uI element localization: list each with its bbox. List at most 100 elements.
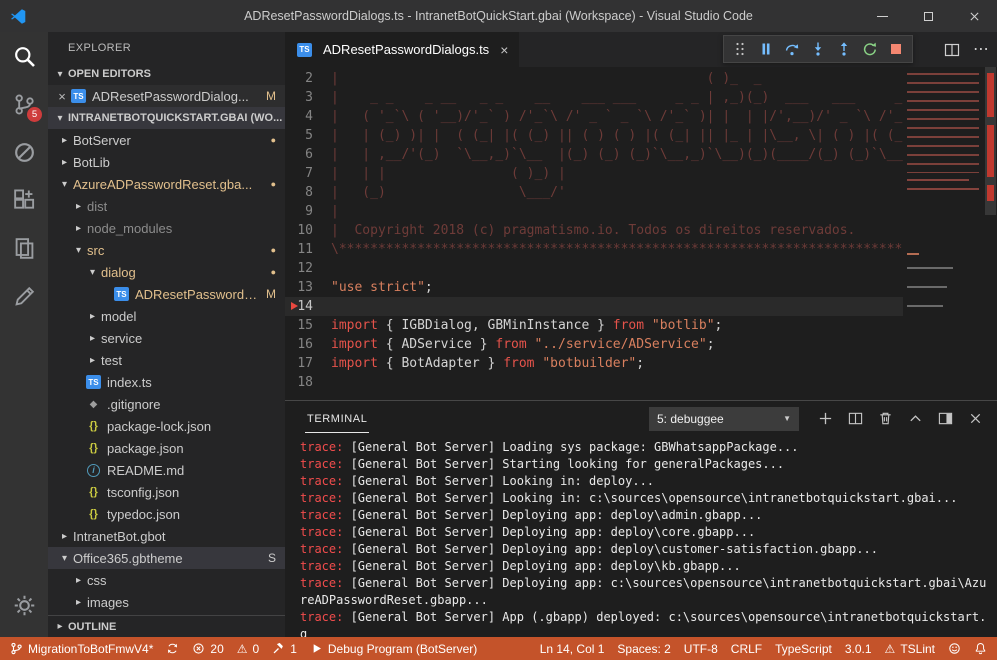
code-line: 9| | [285, 202, 903, 221]
maximize-button[interactable] [905, 0, 951, 32]
tab-adresetpassworddialogs[interactable]: TS ADResetPasswordDialogs.ts × [285, 32, 519, 67]
files-icon [13, 237, 36, 260]
tab-terminal[interactable]: TERMINAL [305, 404, 369, 433]
code-editor[interactable]: 2| ( )_ _ |3| _ _ _ __ _ _ __ ___ ___ _ … [285, 67, 997, 400]
more-actions-button[interactable]: ⋯ [973, 42, 989, 58]
minimize-button[interactable] [859, 0, 905, 32]
status-warnings[interactable]: ⚠0 [237, 642, 259, 656]
tree-item-azureadpasswordreset-gba[interactable]: ▾AzureADPasswordReset.gba...● [48, 173, 285, 195]
restart-button[interactable] [857, 38, 883, 60]
warning-icon: ⚠ [885, 643, 896, 655]
gear-icon [13, 594, 36, 617]
status-encoding[interactable]: UTF-8 [684, 642, 718, 656]
status-feedback[interactable] [948, 642, 961, 655]
terminal-selector[interactable]: 5: debuggee ▼ [649, 407, 799, 431]
drag-grip-button[interactable] [727, 38, 753, 60]
tree-item-test[interactable]: ▸test [48, 349, 285, 371]
status-cursor-position[interactable]: Ln 14, Col 1 [540, 642, 605, 656]
tree-item-index-ts[interactable]: TSindex.ts [48, 371, 285, 393]
kill-terminal-button[interactable] [875, 409, 895, 429]
maximize-panel-button[interactable] [905, 409, 925, 429]
tree-item-gitignore[interactable]: ◆.gitignore [48, 393, 285, 415]
tree-item-label: test [101, 353, 122, 368]
activity-debug-button[interactable] [0, 128, 48, 176]
split-editor-button[interactable] [944, 42, 960, 58]
status-eol[interactable]: CRLF [731, 642, 762, 656]
new-terminal-button[interactable] [815, 409, 835, 429]
branch-icon [10, 642, 23, 655]
step-into-button[interactable] [805, 38, 831, 60]
tree-item-readme-md[interactable]: iREADME.md [48, 459, 285, 481]
tree-item-intranetbot-gbot[interactable]: ▸IntranetBot.gbot [48, 525, 285, 547]
editor-actions: ⋯ [944, 32, 989, 67]
code-text: | _ _ _ __ _ _ __ ___ ___ _ _ | ,_)(_) _… [331, 88, 903, 107]
step-over-button[interactable] [779, 38, 805, 60]
tree-item-service[interactable]: ▸service [48, 327, 285, 349]
code-text: "use strict"; [331, 278, 433, 297]
tree-item-package-json[interactable]: {}package.json [48, 437, 285, 459]
close-panel-button[interactable] [965, 409, 985, 429]
smiley-icon [948, 642, 961, 655]
status-left: MigrationToBotFmwV4* 20 ⚠0 1 Debug Program (… [10, 642, 477, 656]
tree-item-typedoc-json[interactable]: {}typedoc.json [48, 503, 285, 525]
tree-item-images[interactable]: ▸images [48, 591, 285, 613]
settings-button[interactable] [0, 581, 48, 629]
activity-edit-button[interactable] [0, 272, 48, 320]
tree-item-office365-gbtheme[interactable]: ▾Office365.gbthemeS [48, 547, 285, 569]
outline-section-header[interactable]: ▸ OUTLINE [48, 615, 285, 637]
open-editor-item[interactable]: × TS ADResetPasswordDialog... M [48, 85, 285, 107]
minimap-line [907, 286, 947, 288]
pause-button[interactable] [753, 38, 779, 60]
status-ts-version[interactable]: 3.0.1 [845, 642, 872, 656]
status-indentation[interactable]: Spaces: 2 [617, 642, 670, 656]
status-notifications[interactable] [974, 642, 987, 655]
minimap[interactable] [904, 67, 984, 400]
workspace-section-header[interactable]: ▾ INTRANETBOTQUICKSTART.GBAI (WO... [48, 107, 285, 129]
status-tslint[interactable]: ⚠TSLint [885, 642, 935, 656]
status-build-tasks[interactable]: 1 [272, 642, 297, 656]
activity-files-button[interactable] [0, 224, 48, 272]
tree-item-package-lock-json[interactable]: {}package-lock.json [48, 415, 285, 437]
status-sync-status[interactable] [166, 642, 179, 655]
open-editors-header[interactable]: ▾ OPEN EDITORS [48, 63, 285, 85]
code-line: 3| _ _ _ __ _ _ __ ___ ___ _ _ | ,_)(_) … [285, 88, 903, 107]
tree-item-node-modules[interactable]: ▸node_modules [48, 217, 285, 239]
tree-item-tsconfig-json[interactable]: {}tsconfig.json [48, 481, 285, 503]
tree-item-label: AzureADPasswordReset.gba... [73, 177, 252, 192]
step-out-button[interactable] [831, 38, 857, 60]
tree-item-model[interactable]: ▸model [48, 305, 285, 327]
chevron-down-icon: ▾ [86, 267, 99, 278]
status-debug-program[interactable]: Debug Program (BotServer) [310, 642, 477, 656]
tree-item-css[interactable]: ▸css [48, 569, 285, 591]
scrollbar[interactable] [984, 67, 997, 400]
activity-extensions-button[interactable] [0, 176, 48, 224]
code-area: 2| ( )_ _ |3| _ _ _ __ _ _ __ ___ ___ _ … [285, 69, 903, 400]
close-window-button[interactable] [951, 0, 997, 32]
close-editor-icon[interactable]: × [54, 89, 70, 104]
activity-search-button[interactable] [0, 32, 48, 80]
tab-close-icon[interactable]: × [500, 42, 508, 58]
tree-item-dist[interactable]: ▸dist [48, 195, 285, 217]
tree-item-adresetpassworddial[interactable]: TSADResetPasswordDial...M [48, 283, 285, 305]
code-line: 4| ( '_`\ ( '__)/'_` ) /'_`\ /' _ ` _ `\… [285, 107, 903, 126]
info-file-icon: i [85, 464, 102, 477]
tree-item-src[interactable]: ▾src● [48, 239, 285, 261]
tree-item-botlib[interactable]: ▸BotLib [48, 151, 285, 173]
tree-item-label: css [87, 573, 107, 588]
split-terminal-button[interactable] [845, 409, 865, 429]
status-errors[interactable]: 20 [192, 642, 223, 656]
log-level-label: trace: [300, 542, 343, 556]
stop-button[interactable] [883, 38, 909, 60]
open-editor-label: ADResetPasswordDialog... [92, 89, 249, 104]
chevron-down-icon: ▾ [52, 113, 68, 124]
activity-source-control-button[interactable]: 5 [0, 80, 48, 128]
status-git-branch[interactable]: MigrationToBotFmwV4* [10, 642, 153, 656]
tree-item-label: package-lock.json [107, 419, 211, 434]
toggle-panel-button[interactable] [935, 409, 955, 429]
modified-dot-icon: ● [271, 267, 276, 277]
terminal-output[interactable]: trace: [General Bot Server] Loading sys … [285, 436, 997, 637]
tree-item-botserver[interactable]: ▸BotServer● [48, 129, 285, 151]
tree-item-dialog[interactable]: ▾dialog● [48, 261, 285, 283]
log-message: [General Bot Server] Deploying app: depl… [343, 508, 762, 522]
status-language-mode[interactable]: TypeScript [775, 642, 832, 656]
